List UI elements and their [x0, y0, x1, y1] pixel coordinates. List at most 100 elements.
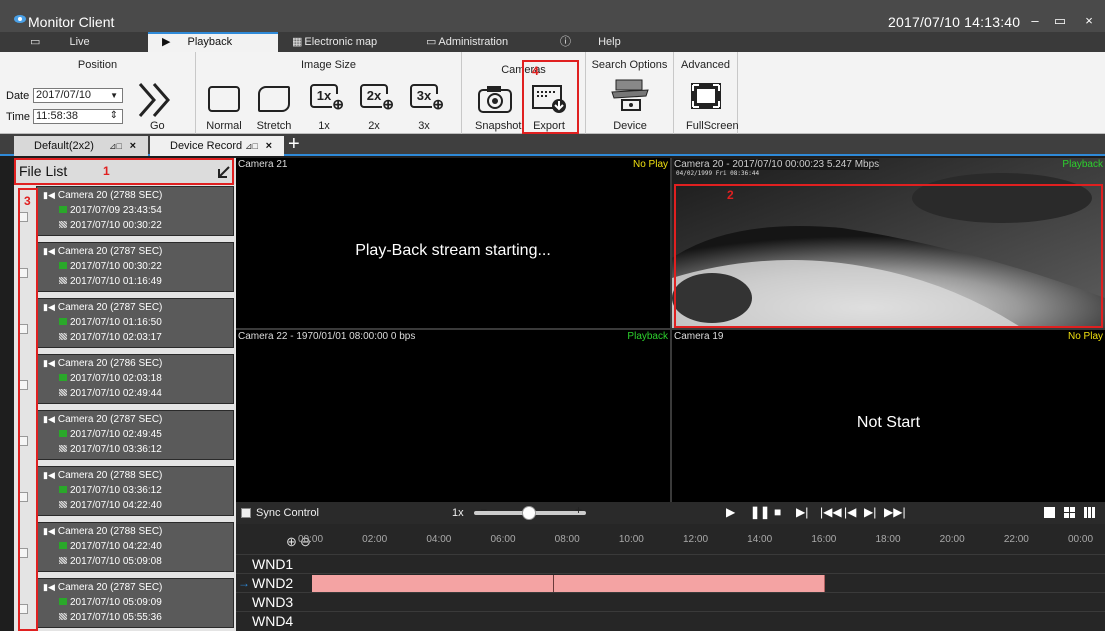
layout-4-icon[interactable] [1064, 507, 1075, 518]
record-item[interactable]: ▮◀ Camera 20 (2787 SEC) 2017/07/10 05:09:0… [16, 578, 234, 631]
record-camera: Camera 20 (2787 SEC) [57, 414, 163, 425]
record-start: 2017/07/10 02:03:18 [70, 373, 162, 384]
speed-slider[interactable]: − + [474, 503, 586, 520]
pin-icon[interactable]: ⊿□ [245, 136, 258, 156]
annotation-number: 3 [24, 194, 31, 208]
timeline-row[interactable]: WND3 [236, 592, 1105, 611]
app-logo-icon [14, 15, 26, 23]
record-item[interactable]: ▮◀ Camera 20 (2787 SEC) 2017/07/10 00:30:2… [16, 242, 234, 296]
skip-start-button[interactable]: |◀◀ [820, 505, 842, 519]
record-item[interactable]: ▮◀ Camera 20 (2786 SEC) 2017/07/10 02:03:1… [16, 354, 234, 408]
monitor-client-window: Monitor Client 2017/07/10 14:13:40 – ▭ ×… [0, 0, 1105, 631]
record-camera: Camera 20 (2788 SEC) [57, 526, 163, 537]
timeline-row[interactable]: WND2 → [236, 573, 1105, 592]
film-icon: ▮◀ [43, 358, 55, 368]
zoom-3x-button[interactable]: 3x ⊕ 3x [402, 82, 446, 134]
record-camera: Camera 20 (2787 SEC) [57, 582, 163, 593]
image-size-group: Image Size Normal Stretch 1x ⊕ 1x 2x ⊕ 2x … [196, 52, 462, 134]
recording-segment[interactable] [312, 575, 826, 592]
tab-live[interactable]: ▭ Live [30, 32, 140, 52]
record-end: 2017/07/10 05:55:36 [70, 612, 162, 623]
stretch-button[interactable]: Stretch [252, 82, 296, 134]
slider-thumb[interactable] [522, 506, 536, 520]
close-icon[interactable]: × [1078, 12, 1100, 30]
record-card[interactable]: ▮◀ Camera 20 (2788 SEC) 2017/07/09 23:43:5… [36, 186, 234, 236]
start-flag-icon [59, 542, 67, 549]
timeline-row[interactable]: WND1 [236, 554, 1105, 573]
start-flag-icon [59, 598, 67, 605]
next-button[interactable]: ▶| [864, 505, 876, 519]
layout-1-icon[interactable] [1044, 507, 1055, 518]
tab-playback[interactable]: ▶ Playback [148, 32, 278, 52]
close-tab-icon[interactable]: × [266, 136, 272, 156]
pin-icon[interactable]: ⊿□ [109, 136, 122, 156]
sync-control-checkbox[interactable] [241, 508, 251, 518]
zoom-1x-button[interactable]: 1x ⊕ 1x [302, 82, 346, 134]
previous-button[interactable]: |◀ [844, 505, 856, 519]
record-card[interactable]: ▮◀ Camera 20 (2788 SEC) 2017/07/10 03:36:1… [36, 466, 234, 516]
step-forward-button[interactable]: ▶| [796, 505, 808, 519]
finish-flag-icon [59, 557, 67, 564]
close-tab-icon[interactable]: × [130, 136, 136, 156]
record-card[interactable]: ▮◀ Camera 20 (2788 SEC) 2017/07/10 04:22:4… [36, 522, 234, 572]
record-card[interactable]: ▮◀ Camera 20 (2787 SEC) 2017/07/10 02:49:4… [36, 410, 234, 460]
record-card[interactable]: ▮◀ Camera 20 (2787 SEC) 2017/07/10 05:09:0… [36, 578, 234, 628]
film-icon: ▮◀ [43, 190, 55, 200]
minimize-icon[interactable]: – [1024, 12, 1046, 30]
record-item[interactable]: ▮◀ Camera 20 (2788 SEC) 2017/07/10 04:22:4… [16, 522, 234, 576]
record-end: 2017/07/10 01:16:49 [70, 276, 162, 287]
snapshot-button[interactable]: Snapshot [470, 82, 521, 134]
record-item[interactable]: ▮◀ Camera 20 (2788 SEC) 2017/07/09 23:43:5… [16, 186, 234, 240]
hour-tick-label: 08:00 [554, 534, 580, 545]
stop-button[interactable]: ■ [774, 505, 781, 519]
video-cell-camera-21[interactable]: Camera 21 No Play Play-Back stream start… [236, 158, 670, 328]
maximize-icon[interactable]: ▭ [1049, 12, 1071, 30]
speed-label: 1x [452, 507, 464, 519]
annotation-number: 2 [727, 188, 734, 202]
time-label: Time [6, 111, 31, 123]
grid-divider [670, 158, 672, 502]
hour-tick-label: 12:00 [683, 534, 709, 545]
timeline-panel[interactable]: ⊕ ⊖ 00:00 02:00 04:00 06:00 08:00 10:00 12:00 1… [236, 524, 1105, 631]
file-list-panel: File List ▮◀ Camera 20 (2788 SEC) 2017/07/… [14, 158, 248, 631]
video-cell-camera-19[interactable]: Camera 19 No Play Not Start [672, 330, 1105, 502]
title-bar: Monitor Client 2017/07/10 14:13:40 – ▭ × [0, 0, 1105, 32]
time-field[interactable]: 11:58:38 ⇕ [33, 109, 123, 124]
record-item[interactable]: ▮◀ Camera 20 (2787 SEC) 2017/07/10 01:16:5… [16, 298, 234, 352]
hour-tick-label: 10:00 [618, 534, 644, 545]
tab-electronic-map[interactable]: ▦ Electronic map [292, 32, 412, 52]
view-tab-device-record[interactable]: Device Record ⊿□ × [150, 136, 284, 156]
video-cell-camera-22[interactable]: Camera 22 - 1970/01/01 08:00:00 0 bps Pl… [236, 330, 670, 502]
normal-button[interactable]: Normal [202, 82, 246, 134]
go-button[interactable]: Go [134, 78, 184, 132]
record-card[interactable]: ▮◀ Camera 20 (2787 SEC) 2017/07/10 01:16:5… [36, 298, 234, 348]
record-card[interactable]: ▮◀ Camera 20 (2787 SEC) 2017/07/10 00:30:2… [36, 242, 234, 292]
finish-flag-icon [59, 501, 67, 508]
play-button[interactable]: ▶ [726, 505, 735, 519]
add-tab-icon[interactable]: + [288, 133, 300, 156]
window-label: WND1 [252, 556, 294, 572]
annotation-number: 1 [103, 164, 110, 178]
tab-help[interactable]: ⓘ Help [560, 32, 660, 52]
tab-administration[interactable]: ▭ Administration [426, 32, 546, 52]
record-item[interactable]: ▮◀ Camera 20 (2788 SEC) 2017/07/10 03:36:1… [16, 466, 234, 520]
record-card[interactable]: ▮◀ Camera 20 (2786 SEC) 2017/07/10 02:03:1… [36, 354, 234, 404]
finish-flag-icon [59, 277, 67, 284]
timeline-row[interactable]: WND4 [236, 611, 1105, 630]
position-title: Position [77, 59, 118, 71]
record-item[interactable]: ▮◀ Camera 20 (2787 SEC) 2017/07/10 02:49:4… [16, 410, 234, 464]
annotation-box [522, 60, 579, 134]
zoom-in-icon[interactable]: ⊕ [286, 534, 297, 550]
fullscreen-button[interactable]: FullScreen [676, 78, 739, 134]
record-end: 2017/07/10 05:09:08 [70, 556, 162, 567]
pause-button[interactable]: ❚❚ [750, 505, 770, 519]
device-icon [611, 79, 649, 111]
position-group: Position Date 2017/07/10 ▼ Time 11:58:38… [0, 52, 196, 134]
skip-end-button[interactable]: ▶▶| [884, 505, 906, 519]
zoom-2x-button[interactable]: 2x ⊕ 2x [352, 82, 396, 134]
layout-9-icon[interactable] [1084, 507, 1095, 518]
advanced-group: Advanced FullScreen [674, 52, 739, 134]
device-button[interactable]: Device [600, 78, 660, 134]
view-tab-default[interactable]: Default(2x2) ⊿□ × [14, 136, 148, 156]
date-field[interactable]: 2017/07/10 ▼ [33, 88, 123, 103]
